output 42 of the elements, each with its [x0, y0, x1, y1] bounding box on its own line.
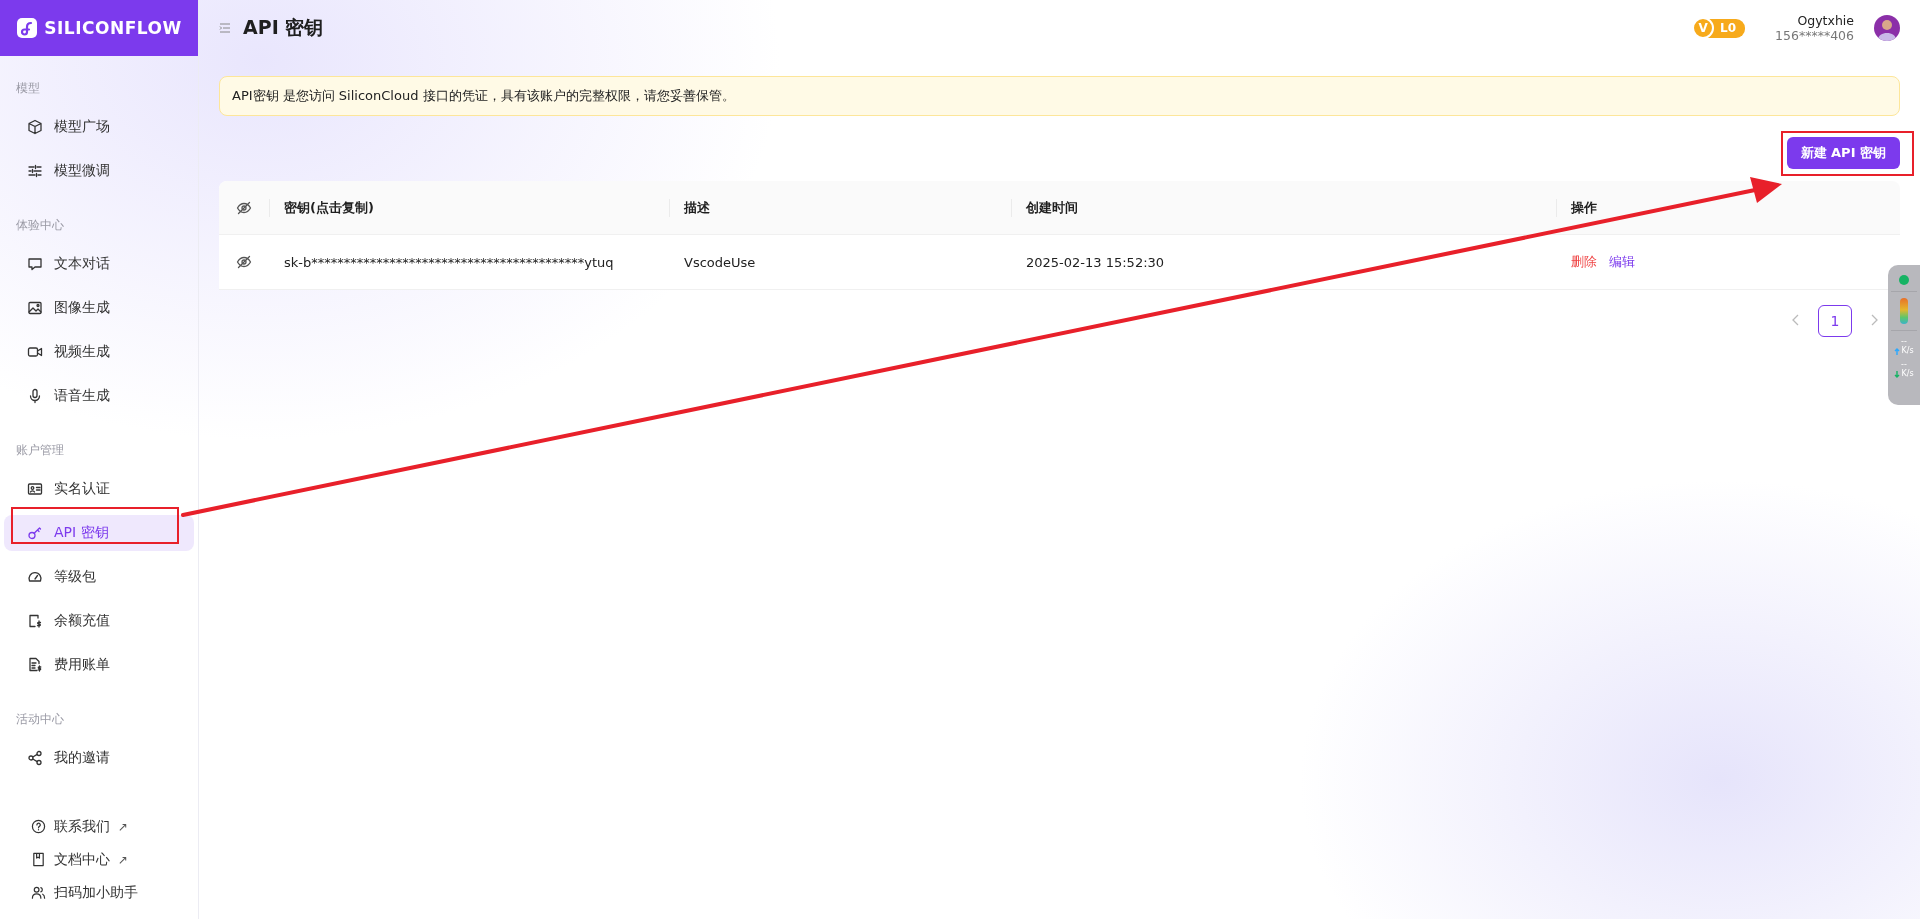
speed-unit: K/s — [1901, 369, 1914, 379]
column-header: 操作 — [1571, 198, 1597, 217]
sidebar-item[interactable]: 文本对话 — [4, 246, 194, 282]
sidebar-item[interactable]: 我的邀请 — [4, 740, 194, 776]
speed-unit: K/s — [1901, 346, 1914, 356]
footer-link[interactable]: 扫码加小助手 — [54, 883, 138, 902]
info-notice: API密钥 是您访问 SiliconCloud 接口的凭证，具有该账户的完整权限，请您妥善保管。 — [219, 76, 1900, 116]
sidebar-item[interactable]: 视频生成 — [4, 334, 194, 370]
speed-value: -- — [1901, 337, 1907, 346]
footer-link[interactable]: 联系我们 — [54, 817, 110, 836]
section-label: 模型 — [15, 80, 41, 97]
sidebar-item[interactable]: 等级包 — [4, 559, 194, 595]
section-label: 活动中心 — [15, 711, 65, 728]
api-key-text[interactable]: sk-b******************************************ytuq — [284, 254, 614, 270]
user-name: Ogytxhie — [1797, 13, 1854, 28]
description-text: VscodeUse — [684, 254, 756, 270]
delete-link[interactable]: 删除 — [1571, 253, 1597, 271]
edit-link[interactable]: 编辑 — [1609, 253, 1635, 271]
sidebar-item[interactable]: 实名认证 — [4, 471, 194, 507]
sidebar-item[interactable]: 余额充值 — [4, 603, 194, 639]
user-phone: 156*****406 — [1775, 28, 1854, 43]
sidebar-item[interactable]: 语音生成 — [4, 378, 194, 414]
column-header: 描述 — [684, 198, 710, 217]
external-link-mark: ↗ — [118, 852, 129, 867]
page-number[interactable]: 1 — [1818, 305, 1852, 337]
created-time: 2025-02-13 15:52:30 — [1026, 254, 1165, 270]
brand-name: SILICONFLOW — [44, 18, 182, 38]
column-header: 密钥(点击复制) — [284, 198, 374, 217]
speed-value: -- — [1901, 360, 1907, 369]
sidebar-item[interactable]: 图像生成 — [4, 290, 194, 326]
sidebar-item[interactable]: 模型广场 — [4, 109, 194, 145]
brand-logo[interactable]: SILICONFLOW — [0, 0, 198, 56]
sidebar-item[interactable]: 模型微调 — [4, 153, 194, 189]
page-title: API 密钥 — [243, 15, 324, 40]
footer-link[interactable]: 文档中心 — [54, 850, 110, 869]
section-label: 账户管理 — [15, 442, 65, 459]
external-link-mark: ↗ — [118, 819, 129, 834]
section-label: 体验中心 — [15, 217, 65, 234]
sidebar-item[interactable]: API 密钥 — [4, 515, 194, 551]
column-header: 创建时间 — [1026, 198, 1078, 217]
new-key-button[interactable]: 新建 API 密钥 — [1786, 137, 1900, 169]
sidebar-item[interactable]: 费用账单 — [4, 647, 194, 683]
